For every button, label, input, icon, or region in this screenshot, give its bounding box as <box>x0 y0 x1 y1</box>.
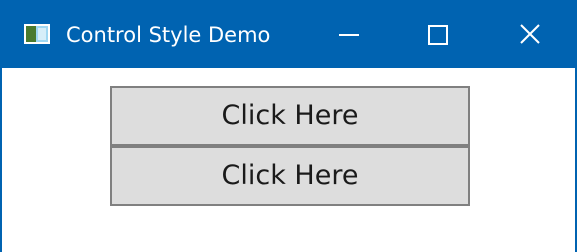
close-icon <box>520 24 540 44</box>
click-here-button-1[interactable]: Click Here <box>110 86 470 146</box>
app-window-icon <box>24 24 50 44</box>
maximize-button[interactable] <box>393 0 484 68</box>
client-area: Click Here Click Here <box>2 68 575 252</box>
click-here-button-2[interactable]: Click Here <box>110 146 470 206</box>
title-bar[interactable]: Control Style Demo <box>2 0 575 68</box>
window-title: Control Style Demo <box>66 23 271 47</box>
close-button[interactable] <box>484 0 575 68</box>
maximize-icon <box>428 25 448 45</box>
app-window: Control Style Demo Click Here Click Here <box>0 0 577 252</box>
minimize-icon <box>339 34 359 36</box>
minimize-button[interactable] <box>302 0 393 68</box>
